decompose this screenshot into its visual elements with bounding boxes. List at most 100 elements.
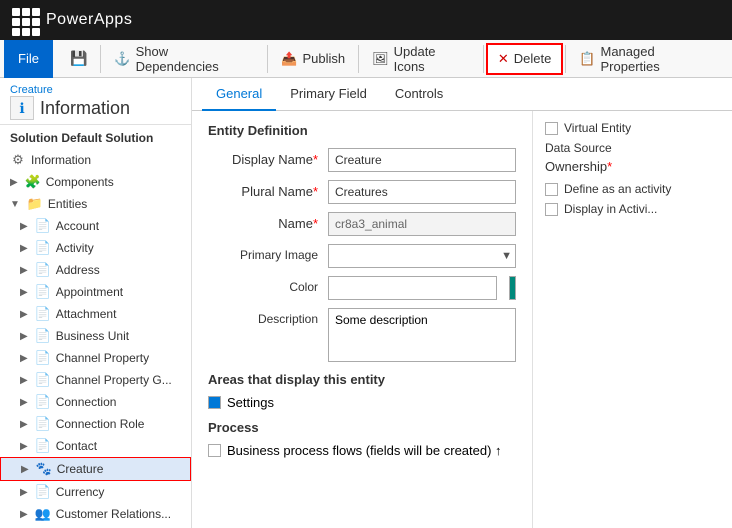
virtual-entity-label: Virtual Entity (564, 121, 631, 135)
display-in-activity-row: Display in Activi... (545, 202, 720, 216)
nav-icon-connection: 📄 (35, 394, 51, 410)
business-process-flows-row: Business process flows (fields will be c… (208, 443, 516, 458)
expand-icon-connection: ▶ (20, 397, 28, 408)
color-input[interactable] (328, 276, 497, 300)
nav-item-channel_property_g[interactable]: ▶📄Channel Property G... (0, 369, 191, 391)
delete-button[interactable]: ✕ Delete (486, 43, 563, 75)
nav-item-components[interactable]: ▶🧩Components (0, 171, 191, 193)
define-as-activity-row: Define as an activity (545, 182, 720, 196)
waffle-icon[interactable] (10, 6, 38, 34)
nav-icon-account: 📄 (35, 218, 51, 234)
entity-title-row: ℹ Information (10, 96, 181, 120)
managed-properties-button[interactable]: 📋 Managed Properties (568, 43, 728, 75)
nav-item-customer_relations[interactable]: ▶👥Customer Relations... (0, 503, 191, 525)
nav-item-business_unit[interactable]: ▶📄Business Unit (0, 325, 191, 347)
nav-item-contact[interactable]: ▶📄Contact (0, 435, 191, 457)
ribbon-separator-1 (100, 45, 101, 73)
top-bar: PowerApps (0, 0, 732, 40)
nav-item-appointment[interactable]: ▶📄Appointment (0, 281, 191, 303)
nav-icon-currency: 📄 (35, 484, 51, 500)
file-button[interactable]: File (4, 40, 53, 78)
save-button[interactable]: 💾 (59, 43, 98, 75)
color-swatch[interactable] (509, 276, 516, 300)
entity-icon: ℹ (10, 96, 34, 120)
nav-item-attachment[interactable]: ▶📄Attachment (0, 303, 191, 325)
ribbon-separator-5 (565, 45, 566, 73)
color-label: Color (208, 276, 318, 294)
nav-icon-information: ⚙ (10, 152, 26, 168)
expand-icon-entities: ▼ (10, 199, 20, 210)
nav-item-connection[interactable]: ▶ 📄 Connection (0, 391, 191, 413)
nav-label-account: Account (56, 219, 99, 233)
nav-label-connection: Connection (56, 395, 117, 409)
show-dependencies-label: Show Dependencies (136, 44, 255, 74)
nav-icon-channel_property_g: 📄 (35, 372, 51, 388)
publish-button[interactable]: 📤 Publish (270, 43, 356, 75)
primary-image-select-wrap: ▼ (328, 244, 516, 268)
update-icons-label: Update Icons (394, 44, 470, 74)
nav-item-address[interactable]: ▶📄Address (0, 259, 191, 281)
publish-label: Publish (302, 51, 345, 66)
expand-icon-address: ▶ (20, 265, 28, 276)
settings-checkbox[interactable] (208, 396, 221, 409)
display-name-input[interactable] (328, 148, 516, 172)
nav-item-information[interactable]: ⚙ Information (0, 149, 191, 171)
name-input[interactable] (328, 212, 516, 236)
nav-item-activity[interactable]: ▶📄Activity (0, 237, 191, 259)
update-icons-button[interactable]: 🖼 Update Icons (361, 43, 481, 75)
nav-item-connection_role[interactable]: ▶📄Connection Role (0, 413, 191, 435)
primary-image-input[interactable] (328, 244, 516, 268)
nav-item-account[interactable]: ▶📄Account (0, 215, 191, 237)
primary-image-label: Primary Image (208, 244, 318, 262)
tab-general[interactable]: General (202, 78, 276, 111)
name-label: Name* (208, 212, 318, 231)
areas-section: Areas that display this entity Settings (208, 372, 516, 410)
expand-icon-connection_role: ▶ (20, 419, 28, 430)
nav-label-activity: Activity (56, 241, 94, 255)
nav-item-currency[interactable]: ▶📄Currency (0, 481, 191, 503)
entity-title: Information (40, 98, 130, 119)
ribbon-separator-4 (483, 45, 484, 73)
nav-item-entities[interactable]: ▼📁Entities (0, 193, 191, 215)
tab-primary-field[interactable]: Primary Field (276, 78, 381, 111)
app-title: PowerApps (46, 11, 132, 29)
color-row: Color (208, 276, 516, 300)
nav-item-creature[interactable]: ▶🐾Creature (0, 457, 191, 481)
section-title: Entity Definition (208, 123, 516, 138)
content-area: Creature ℹ Information Solution Default … (0, 78, 732, 528)
nav-label-customer_relations: Customer Relations... (56, 507, 171, 521)
expand-icon-activity: ▶ (20, 243, 28, 254)
plural-name-label: Plural Name* (208, 180, 318, 199)
business-process-flows-checkbox[interactable] (208, 444, 221, 457)
update-icons-icon: 🖼 (372, 51, 389, 67)
display-in-activity-checkbox[interactable] (545, 203, 558, 216)
publish-icon: 📤 (281, 51, 297, 67)
primary-image-row: Primary Image ▼ (208, 244, 516, 268)
nav-label-entities: Entities (48, 197, 87, 211)
information-icon: ℹ (19, 100, 24, 117)
show-dependencies-icon: ⚓ (114, 51, 130, 67)
plural-name-input[interactable] (328, 180, 516, 204)
tab-controls[interactable]: Controls (381, 78, 457, 111)
areas-title: Areas that display this entity (208, 372, 516, 387)
nav-label-information: Information (31, 153, 91, 167)
expand-icon-creature: ▶ (21, 464, 29, 475)
description-textarea[interactable]: Some description (328, 308, 516, 362)
nav-icon-channel_property: 📄 (35, 350, 51, 366)
nav-icon-connection_role: 📄 (35, 416, 51, 432)
expand-icon-appointment: ▶ (20, 287, 28, 298)
managed-properties-icon: 📋 (579, 51, 595, 67)
define-as-activity-checkbox[interactable] (545, 183, 558, 196)
expand-icon-components: ▶ (10, 177, 18, 188)
nav-item-channel_property[interactable]: ▶📄Channel Property (0, 347, 191, 369)
breadcrumb[interactable]: Creature (10, 84, 181, 96)
process-title: Process (208, 420, 516, 435)
virtual-entity-row: Virtual Entity (545, 121, 720, 135)
nav-label-channel_property: Channel Property (56, 351, 149, 365)
entity-header: Creature ℹ Information (0, 78, 191, 125)
virtual-entity-checkbox[interactable] (545, 122, 558, 135)
nav-label-creature: Creature (57, 462, 104, 476)
data-source-label: Data Source (545, 141, 720, 155)
show-dependencies-button[interactable]: ⚓ Show Dependencies (103, 43, 265, 75)
nav-icon-address: 📄 (35, 262, 51, 278)
